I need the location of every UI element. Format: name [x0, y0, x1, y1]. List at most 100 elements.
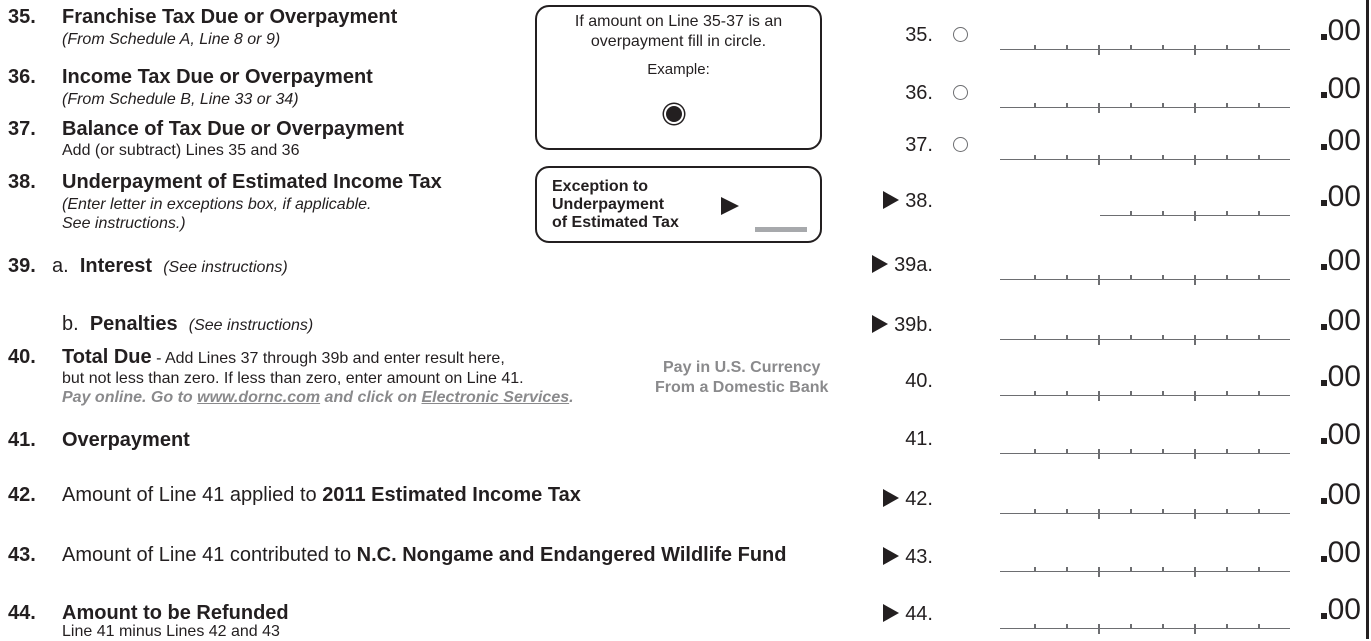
line-37-label-text: 37. — [905, 134, 933, 156]
line-44-title: Amount to be Refunded — [62, 602, 289, 624]
amount-field-baseline — [1000, 627, 1290, 629]
digit-tick — [1066, 391, 1068, 396]
line-39a-prefix: a. — [52, 255, 69, 277]
digit-tick — [1258, 275, 1260, 280]
digit-tick — [1226, 211, 1228, 216]
comma-tick — [1194, 155, 1196, 165]
arrow-right-icon — [883, 547, 900, 565]
comma-tick — [1098, 155, 1100, 165]
amount-field-43[interactable] — [1000, 552, 1290, 577]
exception-box: Exception to Underpayment of Estimated T… — [535, 166, 822, 243]
comma-tick — [1098, 45, 1100, 55]
filled-circle-example-icon — [666, 106, 682, 122]
digit-tick — [1226, 449, 1228, 454]
comma-tick — [1194, 449, 1196, 459]
digit-tick — [1130, 567, 1132, 572]
digit-tick — [1130, 509, 1132, 514]
arrow-right-icon — [872, 255, 889, 273]
decimal-point — [1320, 200, 1327, 206]
line-36-number: 36. — [8, 66, 36, 88]
line-35-number: 35. — [8, 6, 36, 28]
comma-tick — [1194, 567, 1196, 577]
exception-letter-field[interactable] — [755, 227, 807, 232]
cents-44: 00 — [1320, 593, 1361, 627]
line-44-subtitle: Line 41 minus Lines 42 and 43 — [62, 623, 280, 640]
cents-39a: 00 — [1320, 244, 1361, 278]
line-40-number: 40. — [8, 346, 36, 368]
form-right-border — [1366, 0, 1369, 639]
overpayment-info-line-1: If amount on Line 35-37 is an — [574, 13, 783, 30]
line-37-label: 37. — [905, 134, 933, 157]
digit-tick — [1258, 103, 1260, 108]
cents-text: 00 — [1327, 124, 1361, 157]
amount-field-40[interactable] — [1000, 376, 1290, 401]
amount-field-39b[interactable] — [1000, 320, 1290, 345]
digit-tick — [1130, 275, 1132, 280]
amount-field-39a[interactable] — [1000, 260, 1290, 285]
decimal-point — [1320, 144, 1327, 150]
cents-40: 00 — [1320, 360, 1361, 394]
digit-tick — [1226, 509, 1228, 514]
decimal-point — [1320, 324, 1327, 330]
amount-field-36[interactable] — [1000, 88, 1290, 113]
amount-field-37[interactable] — [1000, 140, 1290, 165]
digit-tick — [1162, 335, 1164, 340]
amount-field-baseline — [1000, 452, 1290, 454]
digit-tick — [1226, 275, 1228, 280]
digit-tick — [1034, 509, 1036, 514]
digit-tick — [1130, 155, 1132, 160]
amount-field-38[interactable] — [1100, 196, 1290, 221]
line-36-label-text: 36. — [905, 82, 933, 104]
digit-tick — [1226, 335, 1228, 340]
overpayment-circle-35[interactable] — [953, 27, 968, 42]
dornc-link[interactable]: www.dornc.com — [197, 389, 320, 406]
digit-tick — [1226, 45, 1228, 50]
comma-tick — [1194, 391, 1196, 401]
amount-field-baseline — [1000, 338, 1290, 340]
comma-tick — [1098, 335, 1100, 345]
cents-text: 00 — [1327, 14, 1361, 47]
digit-tick — [1258, 45, 1260, 50]
digit-tick — [1066, 45, 1068, 50]
line-42-label-text: 42. — [905, 488, 933, 510]
digit-tick — [1130, 449, 1132, 454]
digit-tick — [1162, 45, 1164, 50]
decimal-point — [1320, 264, 1327, 270]
overpayment-circle-37[interactable] — [953, 137, 968, 152]
line-42-number: 42. — [8, 484, 36, 506]
digit-tick — [1162, 275, 1164, 280]
digit-tick — [1034, 624, 1036, 629]
line-38-label-text: 38. — [905, 190, 933, 212]
line-40-subtitle: but not less than zero. If less than zer… — [62, 370, 524, 387]
decimal-point — [1320, 498, 1327, 504]
line-44-label: 44. — [883, 603, 933, 626]
digit-tick — [1130, 103, 1132, 108]
decimal-point — [1320, 556, 1327, 562]
amount-field-baseline — [1000, 106, 1290, 108]
line-40-tail: - Add Lines 37 through 39b and enter res… — [151, 350, 505, 367]
amount-field-41[interactable] — [1000, 434, 1290, 459]
digit-tick — [1130, 624, 1132, 629]
line-37-title: Balance of Tax Due or Overpayment — [62, 118, 404, 140]
amount-field-42[interactable] — [1000, 494, 1290, 519]
comma-tick — [1194, 45, 1196, 55]
amount-field-44[interactable] — [1000, 609, 1290, 634]
digit-tick — [1258, 335, 1260, 340]
overpayment-example-label: Example: — [647, 61, 710, 78]
comma-tick — [1098, 624, 1100, 634]
comma-tick — [1194, 509, 1196, 519]
digit-tick — [1226, 391, 1228, 396]
line-37-number: 37. — [8, 118, 36, 140]
overpayment-circle-36[interactable] — [953, 85, 968, 100]
decimal-point — [1320, 92, 1327, 98]
cents-text: 00 — [1327, 304, 1361, 337]
digit-tick — [1034, 391, 1036, 396]
amount-field-35[interactable] — [1000, 30, 1290, 55]
cents-text: 00 — [1327, 180, 1361, 213]
comma-tick — [1098, 449, 1100, 459]
digit-tick — [1162, 391, 1164, 396]
cents-text: 00 — [1327, 360, 1361, 393]
overpayment-info-text: If amount on Line 35-37 is an overpaymen… — [537, 12, 820, 52]
electronic-services-link[interactable]: Electronic Services — [421, 389, 569, 406]
cents-41: 00 — [1320, 418, 1361, 452]
